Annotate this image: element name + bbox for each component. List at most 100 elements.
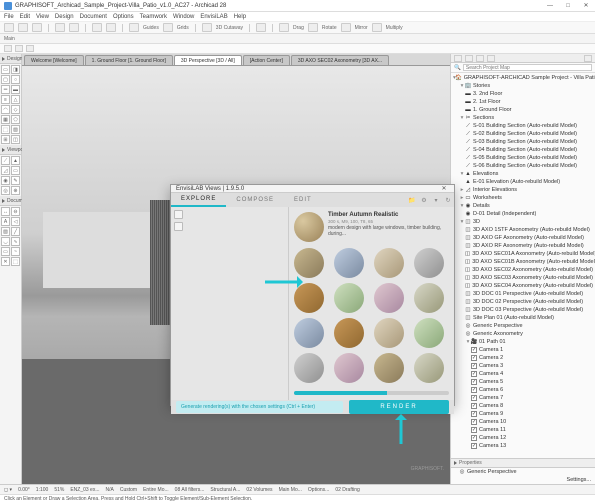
zone-tool[interactable]: ▧	[11, 125, 20, 134]
view-tool-1[interactable]	[174, 210, 183, 219]
tree-path[interactable]: ▾🎥01 Path 01	[451, 338, 595, 346]
tree-3d-item[interactable]: ◫3D AXO SEC01A Axonometry (Auto-rebuild …	[451, 250, 595, 258]
menu-edit[interactable]: Edit	[20, 14, 30, 20]
document-palette-header[interactable]: Document	[0, 196, 21, 206]
status-complete[interactable]: 02 Drafting	[335, 487, 359, 493]
ruler-button[interactable]	[129, 23, 139, 32]
tree-section[interactable]: ⟋S-06 Building Section (Auto-rebuild Mod…	[451, 162, 595, 170]
preset-thumb-2[interactable]	[334, 248, 364, 278]
refresh-icon[interactable]: ↻	[442, 197, 454, 204]
save-button[interactable]	[32, 23, 42, 32]
tree-cam[interactable]: Camera 12	[451, 434, 595, 442]
tree-sections[interactable]: ▾✂Sections	[451, 114, 595, 122]
menu-help[interactable]: Help	[234, 14, 246, 20]
dim-tool[interactable]: ↔	[1, 207, 10, 216]
settings-button[interactable]: Settings...	[451, 476, 595, 484]
tree-cam[interactable]: Camera 4	[451, 370, 595, 378]
tree-3d-item[interactable]: ◫3D AXO SEC03 Axonometry (Auto-rebuild M…	[451, 274, 595, 282]
door-tool[interactable]: ◨	[11, 65, 20, 74]
slab-tool[interactable]: ▬	[11, 85, 20, 94]
status-filters[interactable]: 08 All filters...	[175, 487, 205, 493]
tree-3d-item[interactable]: ◫3D AXO SEC02 Axonometry (Auto-rebuild M…	[451, 266, 595, 274]
tree-elevation[interactable]: ▲E-01 Elevation (Auto-rebuild Model)	[451, 178, 595, 186]
preset-thumb-13[interactable]	[294, 353, 324, 383]
elevation-tool[interactable]: ▲	[11, 156, 20, 165]
new-button[interactable]	[4, 23, 14, 32]
opening-tool[interactable]: ◫	[11, 135, 20, 144]
status-scale[interactable]: 1:100	[36, 487, 49, 493]
tree-3d-item[interactable]: ◫3D AXO RF Axonometry (Auto-rebuild Mode…	[451, 242, 595, 250]
tab-action-center[interactable]: [Action Center]	[243, 55, 290, 65]
roof-tool[interactable]: △	[11, 95, 20, 104]
tree-cam[interactable]: Camera 5	[451, 378, 595, 386]
tree-3d-item[interactable]: ◫3D AXO 1STF Axonometry (Auto-rebuild Mo…	[451, 226, 595, 234]
project-map-icon[interactable]	[454, 55, 462, 62]
find-button[interactable]	[92, 23, 102, 32]
preset-thumb-7[interactable]	[374, 283, 404, 313]
status-na[interactable]: N/A	[106, 487, 114, 493]
grids-label[interactable]: Grids	[177, 25, 189, 31]
status-selection[interactable]: ◻ ▾	[4, 487, 12, 493]
text-tool[interactable]: A	[1, 217, 10, 226]
tree-3d-item[interactable]: ◫3D DOC 03 Perspective (Auto-rebuild Mod…	[451, 306, 595, 314]
status-entire[interactable]: Entire Mo...	[143, 487, 169, 493]
tree-root[interactable]: ▾🏠GRAPHISOFT-ARCHICAD Sample Project - V…	[451, 74, 595, 82]
tab-welcome[interactable]: Welcome [Welcome]	[24, 55, 84, 65]
label-tool[interactable]: ◁	[11, 217, 20, 226]
preset-thumb-8[interactable]	[414, 283, 444, 313]
figure-tool[interactable]: ⬚	[11, 257, 20, 266]
tab-edit[interactable]: EDIT	[284, 194, 322, 206]
tree-cam[interactable]: Camera 7	[451, 394, 595, 402]
status-options[interactable]: Options...	[308, 487, 329, 493]
column-tool[interactable]: ○	[11, 75, 20, 84]
menu-teamwork[interactable]: Teamwork	[140, 14, 167, 20]
wall-tool[interactable]: ▭	[1, 65, 10, 74]
line-tool[interactable]: ╱	[11, 227, 20, 236]
rotate-button[interactable]	[308, 23, 318, 32]
layout-book-icon[interactable]	[476, 55, 484, 62]
tab-compose[interactable]: COMPOSE	[226, 194, 284, 206]
tree-elevations[interactable]: ▾▲Elevations	[451, 170, 595, 178]
change-tool[interactable]: ✎	[11, 176, 20, 185]
tree-cam[interactable]: Camera 10	[451, 418, 595, 426]
drawing-tool[interactable]: ▭	[1, 247, 10, 256]
guides-label[interactable]: Guides	[143, 25, 159, 31]
tree-worksheets[interactable]: ▸▭Worksheets	[451, 194, 595, 202]
measure-button[interactable]	[106, 23, 116, 32]
cutaway-label[interactable]: 3D Cutaway	[216, 25, 243, 31]
tree-3d-item[interactable]: ◫3D AXO SEC01B Axonometry (Auto-rebuild …	[451, 258, 595, 266]
design-palette-header[interactable]: Design	[0, 54, 21, 64]
tree-3d-item[interactable]: ◫3D AXO GF Axonometry (Auto-rebuild Mode…	[451, 234, 595, 242]
properties-header[interactable]: Properties	[451, 458, 595, 468]
tree-section[interactable]: ⟋S-04 Building Section (Auto-rebuild Mod…	[451, 146, 595, 154]
camera-tool[interactable]: ◎	[1, 186, 10, 195]
preset-thumb-11[interactable]	[374, 318, 404, 348]
tree-cam[interactable]: Camera 13	[451, 442, 595, 450]
menu-view[interactable]: View	[36, 14, 49, 20]
tree-story-1[interactable]: ▬2. 1st Floor	[451, 98, 595, 106]
hotspot-tool[interactable]: ✕	[1, 257, 10, 266]
redo-button[interactable]	[69, 23, 79, 32]
tree-3d-item[interactable]: ◫3D DOC 01 Perspective (Auto-rebuild Mod…	[451, 290, 595, 298]
viewpoint-palette-header[interactable]: Viewpoint	[0, 145, 21, 155]
preset-thumb-1[interactable]	[294, 248, 324, 278]
info-tool[interactable]	[26, 45, 34, 52]
mirror-button[interactable]	[341, 23, 351, 32]
window-tool[interactable]: ▢	[1, 75, 10, 84]
tree-section[interactable]: ⟋S-03 Building Section (Auto-rebuild Mod…	[451, 138, 595, 146]
tree-cam[interactable]: Camera 11	[451, 426, 595, 434]
preset-thumb-6[interactable]	[334, 283, 364, 313]
cursor-tool[interactable]	[4, 45, 12, 52]
tree-cam[interactable]: Camera 6	[451, 386, 595, 394]
filter-icon[interactable]: ▾	[430, 197, 442, 204]
view-tool-2[interactable]	[174, 222, 183, 231]
tree-section[interactable]: ⟋S-02 Building Section (Auto-rebuild Mod…	[451, 130, 595, 138]
tree-interior[interactable]: ▸◿Interior Elevations	[451, 186, 595, 194]
close-button[interactable]: ✕	[581, 2, 591, 10]
grid-tool[interactable]: ⊕	[11, 186, 20, 195]
view-map-icon[interactable]	[465, 55, 473, 62]
tree-generic-persp[interactable]: ◎Generic Perspective	[451, 322, 595, 330]
fill-tool[interactable]: ▨	[1, 227, 10, 236]
menu-window[interactable]: Window	[173, 14, 194, 20]
open-button[interactable]	[18, 23, 28, 32]
